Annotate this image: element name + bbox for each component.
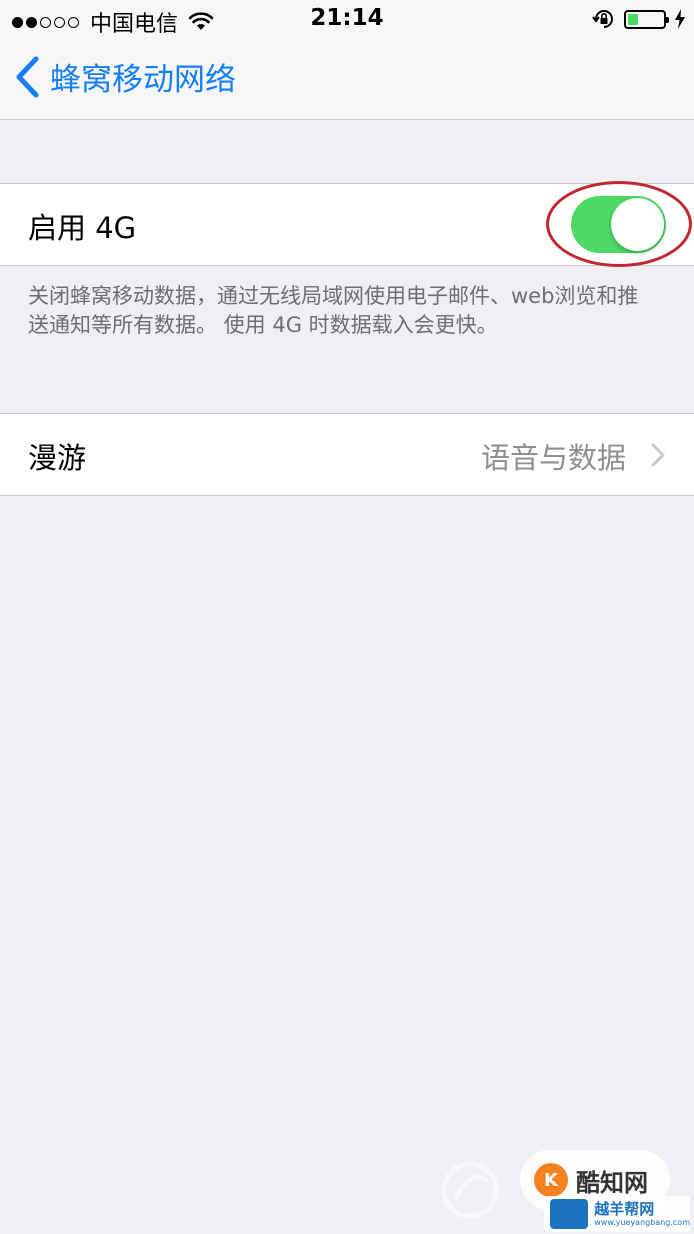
- site-url: www.yueyangbang.com: [594, 1218, 690, 1227]
- enable-4g-label: 启用 4G: [28, 211, 137, 245]
- watermark-swirl-icon: [441, 1161, 499, 1219]
- charging-bolt-icon: [675, 9, 685, 29]
- battery-icon: [624, 9, 669, 29]
- site-name: 越羊帮网: [594, 1200, 655, 1218]
- rotation-lock-icon: [592, 10, 613, 28]
- status-time: 21:14: [310, 5, 384, 31]
- navigation-bar: 蜂窝移动网络: [0, 40, 694, 120]
- chevron-right-icon: [651, 443, 665, 467]
- site-watermark: 越羊帮网 www.yueyangbang.com: [544, 1196, 690, 1232]
- status-right: [592, 7, 686, 31]
- toggle-knob: [611, 198, 664, 251]
- chevron-left-icon: [16, 56, 39, 97]
- enable-4g-row: 启用 4G: [0, 183, 694, 266]
- status-bar: 中国电信 21:14: [0, 0, 694, 40]
- enable-4g-toggle[interactable]: [571, 196, 666, 253]
- roaming-row[interactable]: 漫游 语音与数据: [0, 413, 694, 496]
- battery-level: [628, 13, 639, 25]
- site-watermark-text: 越羊帮网 www.yueyangbang.com: [594, 1200, 690, 1228]
- kuzhiwang-text: 酷知网: [576, 1168, 648, 1197]
- back-button[interactable]: 蜂窝移动网络: [14, 54, 236, 99]
- site-logo-icon: [550, 1199, 589, 1229]
- roaming-value: 语音与数据: [480, 441, 626, 475]
- kuzhiwang-logo-icon: K: [534, 1163, 568, 1197]
- enable-4g-footer-note: 关闭蜂窝移动数据，通过无线局域网使用电子邮件、web浏览和推送通知等所有数据。 …: [28, 284, 639, 337]
- roaming-label: 漫游: [28, 441, 87, 475]
- back-button-label: 蜂窝移动网络: [50, 62, 236, 98]
